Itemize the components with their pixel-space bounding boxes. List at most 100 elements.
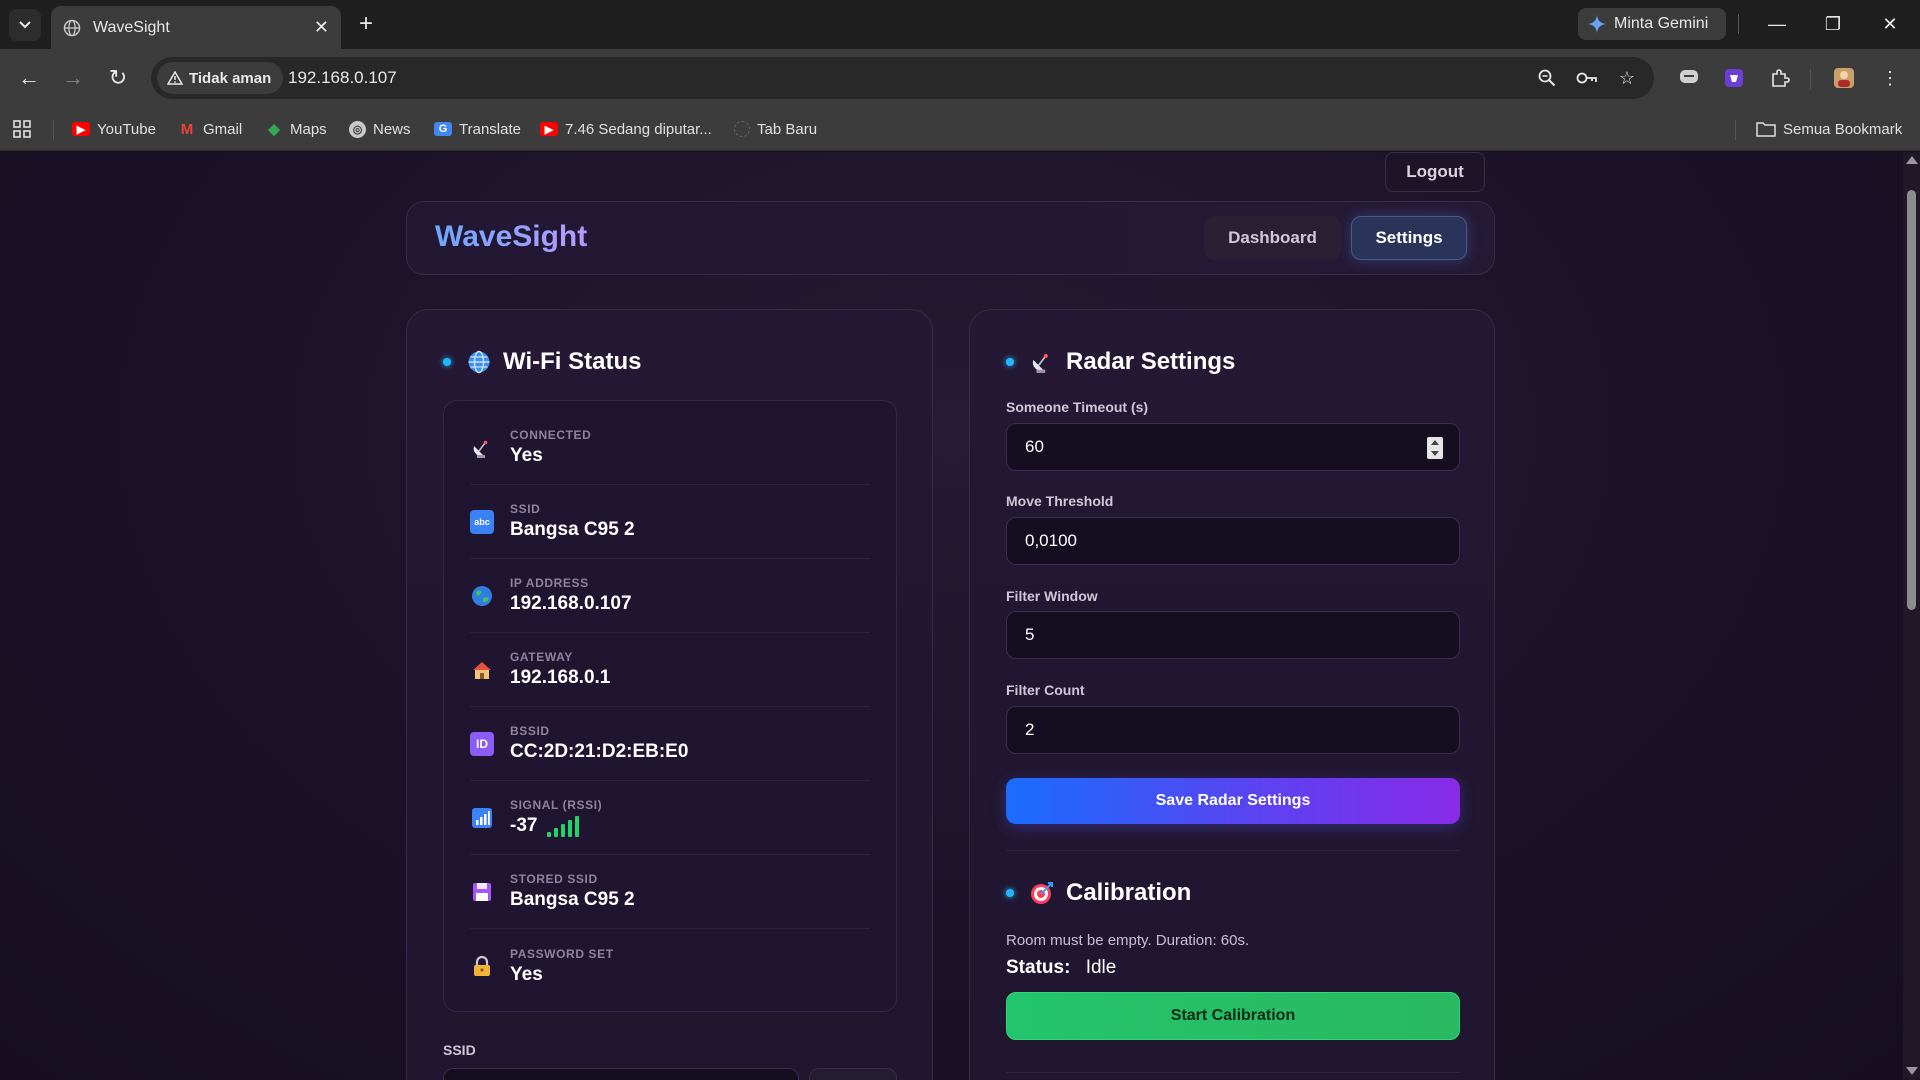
bookmark-label: Translate (459, 120, 521, 138)
filter-count-input[interactable]: 2 (1006, 706, 1460, 754)
info-value: Yes (510, 445, 543, 466)
brand-logo[interactable]: WaveSight (435, 220, 587, 254)
scrollbar-thumb[interactable] (1907, 190, 1916, 610)
bookmark-news[interactable]: ◎ News (349, 116, 411, 142)
number-stepper[interactable] (1427, 437, 1443, 459)
youtube-icon: ▶ (540, 122, 558, 136)
password-key-icon[interactable] (1572, 63, 1602, 93)
folder-icon (1756, 122, 1776, 137)
signal-bar (575, 816, 580, 837)
url-text[interactable]: 192.168.0.107 (288, 68, 397, 88)
info-value: 192.168.0.1 (510, 667, 611, 688)
signal-bar (554, 828, 559, 837)
security-indicator[interactable]: Tidak aman (157, 62, 284, 94)
back-arrow-icon[interactable]: ← (13, 62, 45, 94)
minimize-icon[interactable]: — (1757, 8, 1797, 40)
info-value: Bangsa C95 2 (510, 889, 635, 910)
someone-timeout-label: Someone Timeout (s) (1006, 399, 1149, 415)
info-row-gateway: GATEWAY 192.168.0.1 (470, 633, 870, 707)
bookmark-gmail[interactable]: M Gmail (178, 116, 242, 142)
forward-arrow-icon[interactable]: → (57, 62, 89, 94)
logout-button[interactable]: Logout (1385, 152, 1485, 192)
bookmark-translate[interactable]: G Translate (434, 116, 521, 142)
nav-settings[interactable]: Settings (1351, 216, 1467, 260)
bookmark-youtube[interactable]: ▶ YouTube (72, 116, 156, 142)
info-label: STORED SSID (510, 872, 598, 886)
page-scrollbar[interactable] (1903, 152, 1920, 1080)
filter-window-input[interactable]: 5 (1006, 611, 1460, 659)
abc-icon: abc (470, 509, 494, 534)
info-row-connected: CONNECTED Yes (470, 411, 870, 485)
zoom-icon[interactable] (1532, 63, 1562, 93)
tab-search-button[interactable] (9, 9, 41, 41)
stepper-up-icon[interactable] (1431, 440, 1439, 445)
save-radar-settings-button[interactable]: Save Radar Settings (1006, 778, 1460, 824)
browser-toolbar: ← → ↻ Tidak aman 192.168.0.107 ☆ ⋮ (0, 49, 1920, 108)
globe-icon (470, 584, 494, 608)
satellite-dish-icon (1028, 348, 1056, 376)
calibration-heading: Calibration (1006, 879, 1191, 907)
ssid-scan-button[interactable] (809, 1068, 897, 1080)
gemini-button[interactable]: Minta Gemini (1578, 8, 1726, 40)
bookmark-new-tab[interactable]: Tab Baru (734, 116, 817, 142)
section-divider (1006, 850, 1460, 851)
bookmark-youtube-playing[interactable]: ▶ 7.46 Sedang diputar... (540, 116, 712, 142)
browser-tab-active[interactable]: WaveSight ✕ (51, 6, 341, 49)
extension-chat-icon[interactable] (1673, 62, 1705, 94)
scroll-up-icon[interactable] (1906, 156, 1918, 164)
info-value: Bangsa C95 2 (510, 519, 635, 540)
warning-triangle-icon (167, 71, 183, 85)
signal-bar (561, 824, 566, 837)
house-icon (470, 658, 494, 682)
move-threshold-label: Move Threshold (1006, 493, 1114, 509)
app-header: WaveSight Dashboard Settings (406, 201, 1495, 275)
youtube-icon: ▶ (72, 122, 90, 136)
extension-purple-icon[interactable] (1718, 62, 1750, 94)
chevron-down-icon (19, 21, 31, 29)
move-threshold-input[interactable]: 0,0100 (1006, 517, 1460, 565)
maps-pin-icon: ◆ (268, 121, 280, 138)
section-divider (1006, 1072, 1460, 1073)
someone-timeout-input[interactable]: 60 (1006, 423, 1460, 471)
reload-icon[interactable]: ↻ (102, 62, 134, 94)
restore-icon[interactable]: ❐ (1813, 8, 1853, 40)
radar-settings-title: Radar Settings (1066, 348, 1236, 375)
info-row-signal: SIGNAL (RSSI) -37 (470, 781, 870, 855)
all-bookmarks-button[interactable]: Semua Bookmark (1756, 116, 1902, 142)
info-row-password-set: PASSWORD SET Yes (470, 929, 870, 1003)
stepper-down-icon[interactable] (1431, 451, 1439, 456)
ssid-input[interactable] (443, 1068, 799, 1080)
signal-chart-icon (470, 806, 494, 830)
apps-grid-icon[interactable] (12, 116, 32, 142)
bookmark-label: 7.46 Sedang diputar... (565, 120, 712, 138)
bookmark-label: News (373, 120, 411, 138)
kebab-menu-icon[interactable]: ⋮ (1874, 62, 1906, 94)
accent-dot (1006, 358, 1014, 366)
info-value: CC:2D:21:D2:EB:E0 (510, 741, 689, 762)
filter-count-label: Filter Count (1006, 682, 1085, 698)
calibration-status: Status: Idle (1006, 957, 1116, 979)
close-tab-icon[interactable]: ✕ (314, 17, 329, 38)
scroll-down-icon[interactable] (1906, 1067, 1918, 1075)
id-icon: ID (470, 731, 494, 756)
info-row-ip-address: IP ADDRESS 192.168.0.107 (470, 559, 870, 633)
nav-dashboard[interactable]: Dashboard (1204, 216, 1341, 260)
address-bar[interactable]: Tidak aman 192.168.0.107 ☆ (151, 57, 1654, 99)
info-value: 192.168.0.107 (510, 593, 632, 614)
accent-dot (443, 358, 451, 366)
bookmark-label: Maps (290, 120, 327, 138)
divider (1738, 14, 1739, 34)
tab-title: WaveSight (93, 18, 170, 36)
signal-bar (568, 820, 573, 837)
start-calibration-button[interactable]: Start Calibration (1006, 992, 1460, 1040)
bookmark-star-icon[interactable]: ☆ (1612, 63, 1642, 93)
browser-tabstrip: WaveSight ✕ + Minta Gemini — ❐ ✕ (0, 0, 1920, 49)
extensions-puzzle-icon[interactable] (1764, 62, 1796, 94)
profile-avatar-icon[interactable] (1828, 62, 1860, 94)
bookmark-maps[interactable]: ◆ Maps (265, 116, 327, 142)
field-value: 60 (1025, 437, 1044, 456)
blank-page-icon (734, 121, 750, 137)
info-label: GATEWAY (510, 650, 573, 664)
close-window-icon[interactable]: ✕ (1870, 8, 1910, 40)
new-tab-button[interactable]: + (352, 10, 380, 38)
